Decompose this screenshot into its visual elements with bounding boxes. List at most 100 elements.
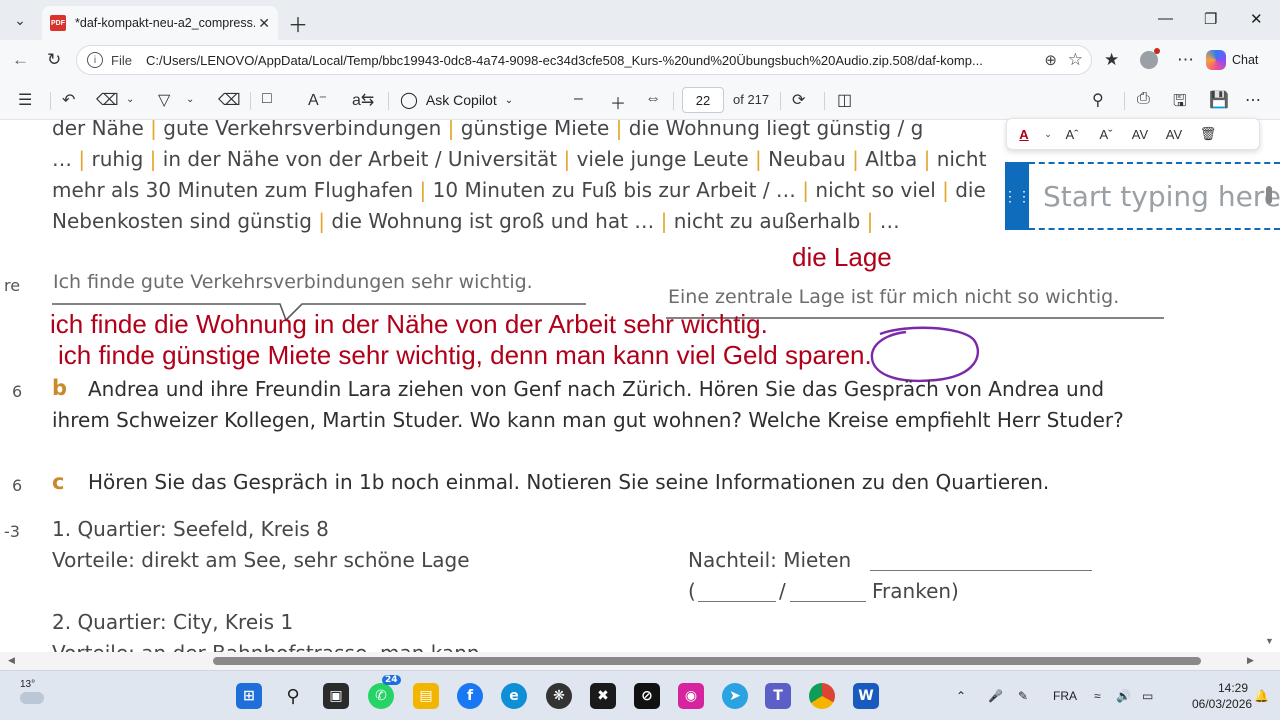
tab-close-icon[interactable]: ✕ <box>258 15 270 32</box>
highlight-icon[interactable]: ⌫ <box>96 90 119 110</box>
annotation-sentence-2[interactable]: ich finde günstige Miete sehr wichtig, d… <box>58 340 872 371</box>
instagram-icon[interactable]: ◉ <box>678 683 704 709</box>
settings-more-icon[interactable]: ⋯ <box>1245 90 1261 110</box>
url-text[interactable]: C:/Users/LENOVO/AppData/Local/Temp/bbc19… <box>146 53 1036 68</box>
notifications-icon[interactable]: 🔔 <box>1254 689 1269 703</box>
quartier-2-vorteile: Vorteile: an der Bahnhofstrasse, man kan… <box>52 641 480 652</box>
new-tab-icon[interactable]: ＋ <box>288 9 308 38</box>
blank-line[interactable] <box>698 601 776 602</box>
highlight-dropdown-icon[interactable]: ⌄ <box>126 94 134 105</box>
horizontal-scrollbar[interactable]: ◀ ▶ <box>0 652 1280 670</box>
teams-icon[interactable]: T <box>765 683 791 709</box>
read-aloud-icon[interactable]: A⁻ <box>308 90 327 110</box>
ask-copilot-button[interactable]: ◯ Ask Copilot ⌄ <box>400 88 513 112</box>
blank-line[interactable] <box>870 570 1092 571</box>
pencil-app-icon[interactable]: ⊘ <box>634 683 660 709</box>
weather-widget[interactable]: 13° <box>20 679 44 704</box>
zoom-in-icon[interactable]: ＋ <box>610 90 626 114</box>
info-icon[interactable]: i <box>87 52 103 68</box>
exercise-c-text: Hören Sie das Gespräch in 1b noch einmal… <box>88 470 1050 494</box>
wifi-icon[interactable]: ≈ <box>1094 689 1101 703</box>
word-icon[interactable]: W <box>853 683 879 709</box>
address-bar-row: ← ↻ i File C:/Users/LENOVO/AppData/Local… <box>0 40 1280 80</box>
system-clock[interactable]: 14:29 06/03/2026 <box>1192 680 1253 712</box>
draw-icon[interactable]: ▽ <box>158 90 170 110</box>
search-icon[interactable]: ⚲ <box>1092 90 1104 110</box>
profile-avatar-icon[interactable] <box>1140 48 1160 73</box>
zoom-out-icon[interactable]: – <box>574 90 583 108</box>
file-explorer-icon[interactable]: ▤ <box>413 683 439 709</box>
restore-icon[interactable]: ❐ <box>1204 10 1217 28</box>
price-range-open-paren: ( <box>688 579 696 603</box>
fit-width-icon[interactable]: ⇔ <box>645 90 661 108</box>
time-label: 14:29 <box>1217 681 1248 695</box>
microphone-icon[interactable]: 🎤 <box>988 689 1003 703</box>
chatgpt-icon[interactable]: ❋ <box>546 683 572 709</box>
font-color-icon[interactable]: A <box>1007 127 1041 142</box>
copilot-chat-button[interactable]: Chat <box>1206 46 1258 74</box>
save-as-icon[interactable]: 💾 <box>1209 90 1229 110</box>
font-size-increase-icon[interactable]: Aˆ <box>1055 127 1089 142</box>
spacing-decrease-icon[interactable]: AV <box>1157 127 1191 142</box>
minimize-icon[interactable]: — <box>1158 10 1173 27</box>
volume-icon[interactable]: 🔊 <box>1116 689 1131 703</box>
translate-icon[interactable]: a⇆ <box>352 90 374 110</box>
drag-handle-icon[interactable]: ⋮⋮ <box>1003 162 1031 230</box>
vertical-scrollbar-thumb[interactable] <box>1266 186 1272 204</box>
facebook-icon[interactable]: f <box>457 683 483 709</box>
spacing-increase-icon[interactable]: AV <box>1123 127 1157 142</box>
capcut-icon[interactable]: ✖ <box>590 683 616 709</box>
page-number-input[interactable]: 22 <box>682 87 724 113</box>
font-size-decrease-icon[interactable]: Aˇ <box>1089 127 1123 142</box>
textbox-format-toolbar: A ⌄ Aˆ Aˇ AV AV 🗑 <box>1006 118 1260 150</box>
contents-list-icon[interactable]: ☰ <box>18 90 32 110</box>
margin-label-re: re <box>4 276 21 295</box>
eraser-icon[interactable]: ⌫ <box>218 90 241 110</box>
date-label: 06/03/2026 <box>1192 697 1253 711</box>
battery-icon[interactable]: ▭ <box>1142 689 1153 703</box>
annotation-die-lage[interactable]: die Lage <box>792 242 892 273</box>
scroll-down-icon[interactable]: ▼ <box>1265 636 1274 646</box>
delete-icon[interactable]: 🗑 <box>1191 126 1225 142</box>
show-hidden-icons-chevron-icon[interactable]: ⌃ <box>956 689 966 703</box>
more-options-icon[interactable]: ⋯ <box>1177 50 1194 70</box>
text-box-annotation[interactable]: ⋮⋮ Start typing here <box>1003 162 1280 230</box>
edge-browser-icon[interactable]: e <box>501 683 527 709</box>
undo-icon[interactable]: ↶ <box>62 90 75 110</box>
draw-dropdown-icon[interactable]: ⌄ <box>186 94 194 105</box>
speech-bubble-1: Ich finde gute Verkehrsverbindungen sehr… <box>53 271 533 293</box>
favorites-icon[interactable]: ★ <box>1104 50 1119 70</box>
rotate-icon[interactable]: ⟳ <box>792 90 805 110</box>
windows-start-icon[interactable]: ⊞ <box>236 683 262 709</box>
chevron-down-icon[interactable]: ⌄ <box>1041 129 1055 140</box>
favorite-star-icon[interactable]: ☆ <box>1068 50 1083 70</box>
scroll-right-icon[interactable]: ▶ <box>1247 655 1254 666</box>
page-view-icon[interactable]: ◫ <box>837 90 852 110</box>
blank-line[interactable] <box>790 601 866 602</box>
horizontal-scrollbar-thumb[interactable] <box>213 657 1201 665</box>
pen-icon[interactable]: ✎ <box>1018 689 1028 703</box>
task-view-icon[interactable]: ▣ <box>323 683 349 709</box>
tab-pdf-document[interactable]: PDF *daf-kompakt-neu-a2_compress.pdf ✕ <box>42 6 278 40</box>
browser-tab-strip: ⌄ PDF *daf-kompakt-neu-a2_compress.pdf ✕… <box>0 0 1280 40</box>
chrome-icon[interactable] <box>809 683 835 709</box>
scroll-left-icon[interactable]: ◀ <box>8 655 15 666</box>
telegram-icon[interactable]: ➤ <box>722 683 748 709</box>
exercise-letter-c: c <box>52 470 65 494</box>
copilot-icon: ◯ <box>400 92 418 109</box>
language-indicator[interactable]: FRA <box>1053 689 1077 703</box>
refresh-icon[interactable]: ↻ <box>47 50 61 70</box>
search-icon[interactable]: ⚲ <box>280 683 306 709</box>
textbox-input[interactable]: Start typing here <box>1029 162 1280 230</box>
option-line-4: Nebenkosten sind günstig | die Wohnung i… <box>52 209 900 233</box>
close-window-icon[interactable]: ✕ <box>1250 10 1263 28</box>
annotation-sentence-1[interactable]: ich finde die Wohnung in der Nähe von de… <box>50 309 768 340</box>
print-icon[interactable]: ⎙ <box>1137 90 1150 108</box>
back-arrow-icon[interactable]: ← <box>12 50 29 70</box>
add-text-icon[interactable]: □ <box>262 90 272 108</box>
save-icon[interactable]: 🖫 <box>1173 90 1187 117</box>
zoom-icon[interactable]: ⊕ <box>1044 51 1057 69</box>
address-input[interactable]: i File C:/Users/LENOVO/AppData/Local/Tem… <box>76 45 1092 75</box>
tab-actions-menu-icon[interactable]: ⌄ <box>6 8 34 32</box>
whatsapp-icon[interactable]: ✆ 24 <box>368 675 401 709</box>
